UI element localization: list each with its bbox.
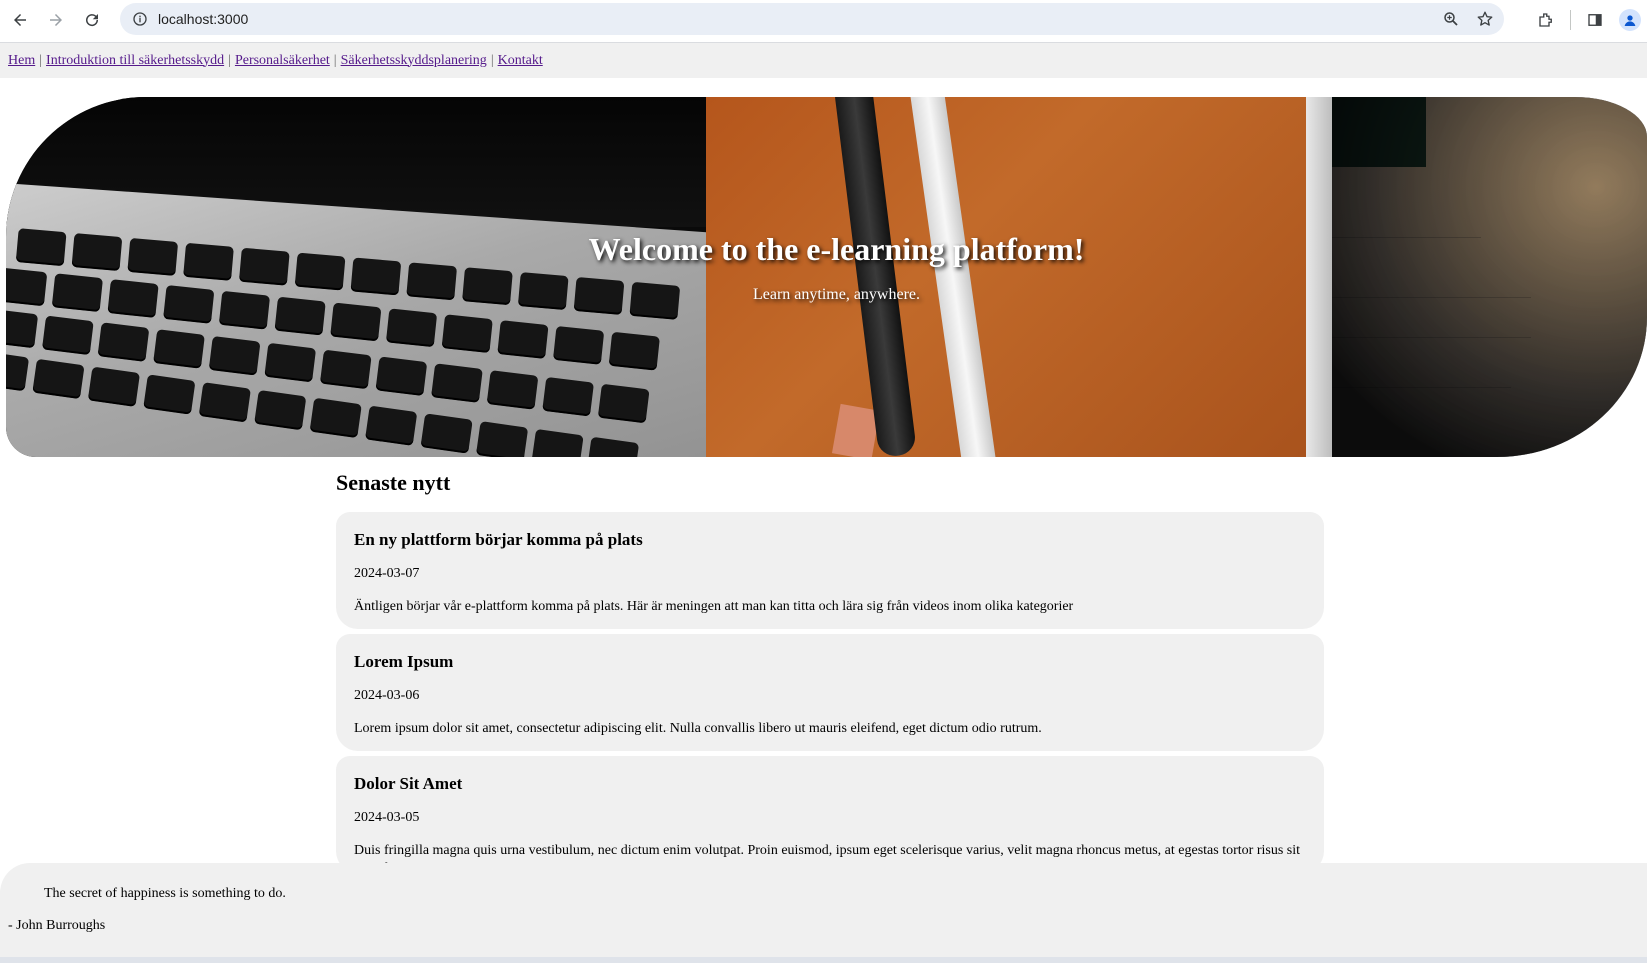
back-icon[interactable] bbox=[2, 2, 38, 38]
nav-separator: | bbox=[490, 52, 494, 68]
news-title: Dolor Sit Amet bbox=[354, 774, 463, 793]
window-bottom-edge bbox=[0, 957, 1647, 963]
hero-banner: Welcome to the e-learning platform! Lear… bbox=[6, 97, 1647, 457]
quote-text: The secret of happiness is something to … bbox=[44, 886, 286, 901]
nav-separator: | bbox=[39, 52, 43, 68]
nav-link-hem[interactable]: Hem bbox=[8, 53, 35, 69]
nav-separator: | bbox=[228, 52, 231, 68]
forward-icon[interactable] bbox=[38, 2, 74, 38]
hero-title: Welcome to the e-learning platform! bbox=[588, 230, 1085, 267]
nav-link-sakerhetsskyddsplanering[interactable]: Säkerhetsskyddsplanering bbox=[341, 53, 487, 69]
site-info-icon[interactable] bbox=[124, 11, 156, 27]
hero-text: Welcome to the e-learning platform! Lear… bbox=[6, 97, 1647, 457]
nav-separator: | bbox=[333, 52, 337, 68]
news-card: Lorem Ipsum 2024-03-06 Lorem ipsum dolor… bbox=[336, 634, 1324, 751]
news-heading: Senaste nytt bbox=[336, 470, 451, 495]
zoom-icon[interactable] bbox=[1438, 6, 1464, 32]
quote-author: - John Burroughs bbox=[8, 918, 106, 933]
news-card: Dolor Sit Amet 2024-03-05 Duis fringilla… bbox=[336, 756, 1324, 876]
bookmark-star-icon[interactable] bbox=[1472, 6, 1498, 32]
news-body: Lorem ipsum dolor sit amet, consectetur … bbox=[354, 721, 1042, 736]
side-panel-icon[interactable] bbox=[1581, 6, 1609, 34]
quote-footer: The secret of happiness is something to … bbox=[0, 863, 1647, 957]
news-section: Senaste nytt En ny plattform börjar komm… bbox=[336, 470, 1324, 878]
address-bar[interactable]: localhost:3000 bbox=[120, 3, 1504, 35]
toolbar-divider bbox=[1570, 10, 1571, 30]
news-card: En ny plattform börjar komma på plats 20… bbox=[336, 512, 1324, 629]
news-date: 2024-03-06 bbox=[354, 688, 420, 703]
nav-link-introduktion[interactable]: Introduktion till säkerhetsskydd bbox=[46, 53, 224, 69]
extensions-icon[interactable] bbox=[1532, 6, 1560, 34]
hero-subtitle: Learn anytime, anywhere. bbox=[752, 285, 921, 303]
site-navigation: Hem | Introduktion till säkerhetsskydd |… bbox=[0, 42, 1647, 78]
browser-toolbar: localhost:3000 bbox=[0, 0, 1647, 40]
news-body: Äntligen börjar vår e-plattform komma på… bbox=[354, 599, 1074, 614]
news-title: En ny plattform börjar komma på plats bbox=[354, 530, 643, 549]
nav-link-personalsakerhet[interactable]: Personalsäkerhet bbox=[235, 53, 330, 69]
nav-link-kontakt[interactable]: Kontakt bbox=[498, 53, 543, 69]
reload-icon[interactable] bbox=[74, 2, 110, 38]
news-date: 2024-03-05 bbox=[354, 810, 420, 825]
profile-icon[interactable] bbox=[1619, 9, 1641, 31]
url-text[interactable]: localhost:3000 bbox=[158, 11, 248, 27]
news-date: 2024-03-07 bbox=[354, 566, 420, 581]
news-title: Lorem Ipsum bbox=[354, 652, 454, 671]
